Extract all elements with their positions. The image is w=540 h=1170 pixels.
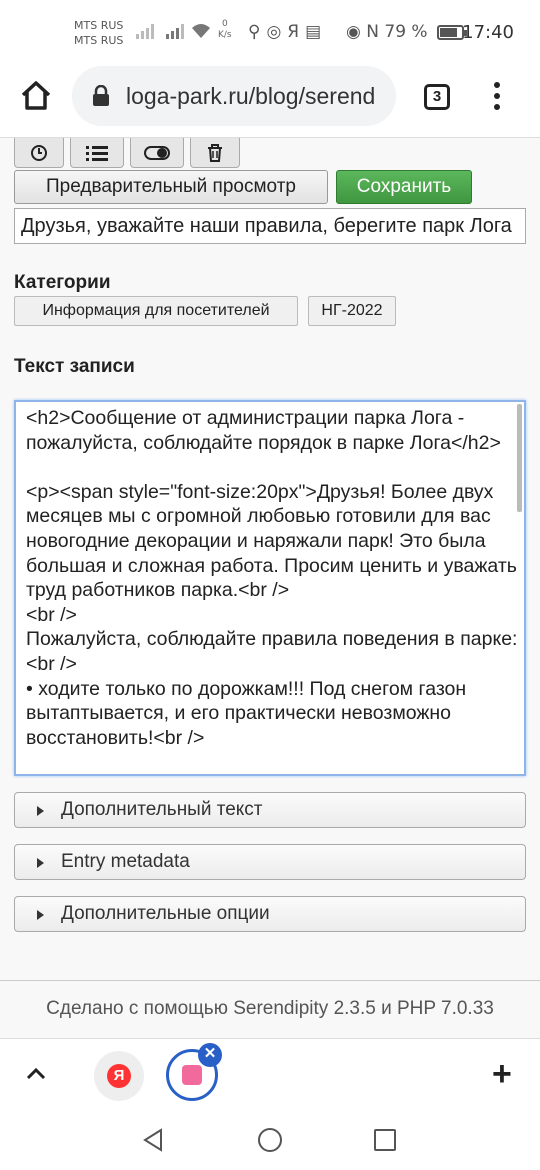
battery-fill xyxy=(440,28,457,37)
lock-icon xyxy=(92,84,110,107)
network-speed-value: 0 xyxy=(221,19,228,29)
save-button[interactable]: Сохранить xyxy=(336,170,472,204)
system-nav-bar xyxy=(0,1110,540,1170)
yandex-icon: Я xyxy=(107,1064,131,1088)
textarea-scrollbar[interactable] xyxy=(517,404,522,512)
battery-percent: 79 % xyxy=(384,22,428,42)
yandex-icon: Я xyxy=(287,22,306,42)
clock-icon xyxy=(31,144,47,161)
whatsapp-icon: ◎ xyxy=(266,22,288,42)
expand-triangle-icon xyxy=(37,858,44,868)
toggle-toolbar-button[interactable] xyxy=(130,138,184,168)
calendar-icon: ▤ xyxy=(305,22,328,42)
section-extra-options[interactable]: Дополнительные опции xyxy=(14,896,526,932)
signal-icon xyxy=(136,20,212,44)
yandex-tab-button[interactable]: Я xyxy=(94,1051,144,1101)
category-item[interactable]: Информация для посетителей xyxy=(14,296,298,326)
footer-divider xyxy=(0,980,540,981)
recents-square-icon[interactable] xyxy=(374,1129,396,1151)
status-bar: MTS RUS MTS RUS 0 K/s ⚲◎Я▤ ◉ N 79 % 17:4… xyxy=(0,0,540,66)
eye-icon: ◉ xyxy=(346,22,361,42)
tab-switcher-button[interactable]: 3 xyxy=(424,84,450,110)
more-menu-icon[interactable] xyxy=(494,82,502,112)
expand-triangle-icon xyxy=(37,910,44,920)
notification-icons: ⚲◎Я▤ xyxy=(248,22,327,42)
footer-text: Сделано с помощью Serendipity 2.3.5 и PH… xyxy=(46,998,494,1019)
expand-triangle-icon xyxy=(37,806,44,816)
preview-button[interactable]: Предварительный просмотр xyxy=(14,170,328,204)
clock: 17:40 xyxy=(462,22,514,43)
back-triangle-icon[interactable] xyxy=(142,1128,164,1157)
list-icon xyxy=(86,145,108,161)
section-extended-text[interactable]: Дополнительный текст xyxy=(14,792,526,828)
browser-toolbar: loga-park.ru/blog/serend 3 xyxy=(0,66,540,138)
status-indicators: ◉ N 79 % xyxy=(346,22,428,42)
network-speed: 0 K/s xyxy=(218,19,232,41)
delete-toolbar-button[interactable] xyxy=(190,138,240,168)
nfc-icon: N xyxy=(366,22,379,42)
entry-title-input[interactable]: Друзья, уважайте наши правила, берегите … xyxy=(14,208,526,244)
network-speed-unit: K/s xyxy=(218,30,232,40)
address-bar[interactable]: loga-park.ru/blog/serend xyxy=(72,66,396,126)
new-tab-plus-icon[interactable]: + xyxy=(492,1057,512,1091)
category-item[interactable]: НГ-2022 xyxy=(308,296,396,326)
site-favicon-icon xyxy=(182,1065,202,1085)
close-tab-icon[interactable]: ✕ xyxy=(198,1043,222,1067)
trash-icon xyxy=(208,143,222,162)
categories-label: Категории xyxy=(14,272,111,293)
body-label: Текст записи xyxy=(14,356,135,377)
section-entry-metadata[interactable]: Entry metadata xyxy=(14,844,526,880)
carrier-1: MTS RUS xyxy=(74,19,124,32)
section-label: Дополнительный текст xyxy=(61,799,263,820)
clock-toolbar-button[interactable] xyxy=(14,138,64,168)
page-content: Предварительный просмотр Сохранить Друзь… xyxy=(0,138,540,1038)
home-circle-icon[interactable] xyxy=(258,1128,282,1152)
battery-icon xyxy=(437,25,467,40)
carrier-names: MTS RUS MTS RUS xyxy=(74,18,123,48)
home-icon[interactable] xyxy=(20,80,52,112)
entry-body-textarea[interactable]: <h2>Сообщение от администрации парка Лог… xyxy=(14,400,526,776)
chevron-up-icon[interactable] xyxy=(24,1065,48,1081)
toggle-icon xyxy=(144,145,170,160)
carrier-2: MTS RUS xyxy=(74,34,124,47)
entry-body-text[interactable]: <h2>Сообщение от администрации парка Лог… xyxy=(26,406,524,750)
list-toolbar-button[interactable] xyxy=(70,138,124,168)
url-text[interactable]: loga-park.ru/blog/serend xyxy=(126,83,375,110)
section-label: Entry metadata xyxy=(61,851,190,872)
search-icon: ⚲ xyxy=(248,22,267,42)
section-label: Дополнительные опции xyxy=(61,903,270,924)
browser-bottom-bar: Я ✕ + xyxy=(0,1038,540,1110)
